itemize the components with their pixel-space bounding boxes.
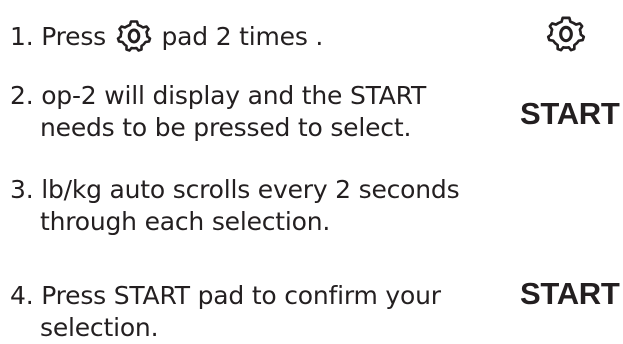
step-3-line2: through each selection. bbox=[40, 207, 331, 236]
start-label-step-4: START bbox=[520, 276, 620, 311]
step-2-line1: op-2 will display and the START bbox=[41, 81, 427, 110]
step-1-text-before: Press bbox=[41, 22, 106, 51]
gear-o-pad-icon bbox=[546, 16, 586, 52]
step-2: 2. op-2 will display and the START needs… bbox=[10, 80, 426, 144]
step-3-line1: lb/kg auto scrolls every 2 seconds bbox=[41, 175, 460, 204]
step-1: 1. Press pad 2 times . bbox=[10, 20, 323, 53]
step-3: 3. lb/kg auto scrolls every 2 seconds th… bbox=[10, 174, 460, 238]
step-1-text-after: pad 2 times . bbox=[161, 22, 324, 51]
step-2-line2: needs to be pressed to select. bbox=[40, 113, 412, 142]
step-3-number: 3. bbox=[10, 175, 34, 204]
step-4-line1: Press START pad to confirm your bbox=[41, 281, 441, 310]
step-2-number: 2. bbox=[10, 81, 34, 110]
start-label-step-2: START bbox=[520, 96, 620, 131]
step-4: 4. Press START pad to confirm your selec… bbox=[10, 280, 441, 344]
step-4-line2: selection. bbox=[40, 313, 159, 342]
step-1-number: 1. bbox=[10, 22, 34, 51]
gear-o-pad-icon bbox=[116, 20, 152, 52]
step-4-number: 4. bbox=[10, 281, 34, 310]
